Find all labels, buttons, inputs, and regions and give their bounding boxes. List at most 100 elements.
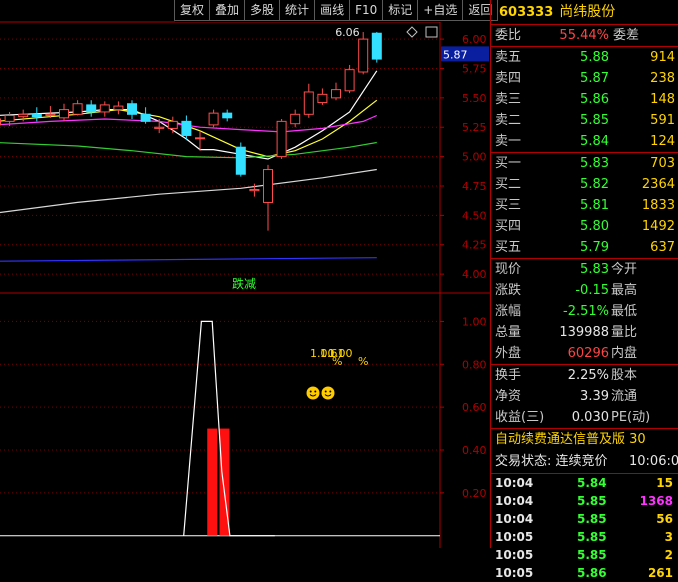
trade-time: 10:04 [495, 494, 534, 508]
candle [18, 113, 29, 118]
order-volume: 2364 [641, 177, 675, 192]
candle [31, 113, 42, 118]
order-label: 卖一 [495, 134, 522, 149]
order-volume: 238 [650, 71, 675, 86]
candle [99, 104, 110, 113]
chart-toolbar: 复权 叠加 多股 统计 画线 F10 标记 +自选 返回 [174, 0, 499, 22]
smiley-icon [321, 386, 335, 400]
quote-value: 60296 [567, 346, 609, 361]
tick-trade-row: 10:05 5.85 3 [491, 528, 678, 546]
order-label: 卖五 [495, 50, 522, 65]
tick-trade-row: 10:04 5.85 1368 [491, 492, 678, 510]
toolbar-button-3[interactable]: 统计 [279, 0, 316, 21]
buy-order-row: 买四 5.80 1492 [491, 216, 678, 237]
trade-price: 5.85 [577, 548, 607, 562]
sell-order-row: 卖五 5.88 914 [491, 47, 678, 68]
trade-price: 5.85 [577, 512, 607, 526]
sell-order-row: 卖四 5.87 238 [491, 68, 678, 89]
order-label: 买一 [495, 156, 522, 171]
tick-trade-row: 10:05 5.85 2 [491, 546, 678, 564]
fundamental-label-2: 流通 [611, 389, 638, 404]
toolbar-button-2[interactable]: 多股 [244, 0, 281, 21]
fundamental-value: 3.39 [580, 389, 609, 404]
ma-line [0, 257, 377, 262]
candle [344, 69, 355, 92]
order-volume: 703 [650, 156, 675, 171]
smiley-eye [324, 390, 327, 393]
quote-panel: 603333 尚纬股份 委比 55.44% 委差 卖五 5.88 914 卖四 5.87 2… [490, 0, 678, 580]
y-tick-label: 0.40 [462, 444, 487, 457]
indicator-annotation: % [332, 355, 342, 368]
toolbar-button-5[interactable]: F10 [349, 0, 384, 21]
candle [208, 112, 219, 126]
quote-row: 涨幅 -2.51% 最低 [491, 301, 678, 322]
quote-row: 外盘 60296 内盘 [491, 343, 678, 364]
order-volume: 124 [650, 134, 675, 149]
fundamental-label-2: PE(动) [611, 410, 651, 425]
quote-value: 5.83 [580, 262, 609, 277]
y-tick-label: 6.00 [462, 33, 487, 46]
y-tick-label: 5.25 [462, 121, 487, 134]
ad-ticker[interactable]: 自动续费通达信普及版 30 [491, 429, 678, 451]
kline-chart-area[interactable]: 6.00 5.75 5.50 5.25 5.00 4.75 4.50 4.25 4.00 6.06… [0, 0, 490, 548]
trade-volume: 56 [656, 512, 673, 526]
fundamental-label: 收益(三) [495, 410, 545, 425]
window-icon [425, 26, 438, 38]
ma-line [0, 141, 377, 159]
chart-canvas[interactable]: 6.00 5.75 5.50 5.25 5.00 4.75 4.50 4.25 4.00 6.06… [0, 0, 490, 548]
smiley-eye [309, 390, 312, 393]
indicator-panel: 跌减1.000.800.600.400.201.001.611.00%% [0, 276, 487, 537]
sell-orders: 卖五 5.88 914 卖四 5.87 238 卖三 5.86 148 卖二 5.85 591 卖一 5.… [491, 47, 678, 152]
y-tick-label: 0.20 [462, 487, 487, 500]
weibi-label: 委比 [495, 28, 522, 43]
buy-order-row: 买二 5.82 2364 [491, 174, 678, 195]
order-volume: 1492 [641, 219, 675, 234]
quote-label-2: 最低 [611, 304, 638, 319]
candle [127, 103, 137, 115]
candle [371, 32, 382, 60]
candle [290, 113, 301, 125]
order-label: 买三 [495, 198, 522, 213]
current-price-label: 5.87 [443, 48, 468, 61]
trade-time: 10:05 [495, 566, 534, 580]
weicha-label: 委差 [613, 28, 640, 43]
fundamental-row: 换手 2.25% 股本 [491, 365, 678, 386]
trade-volume: 2 [664, 548, 673, 562]
trade-volume: 3 [664, 530, 673, 544]
order-volume: 591 [650, 113, 675, 128]
stock-code: 603333 [499, 5, 554, 20]
quote-value: -0.15 [575, 283, 609, 298]
candle [195, 137, 205, 140]
candle [222, 112, 233, 119]
toolbar-button-4[interactable]: 画线 [314, 0, 351, 21]
buy-order-row: 买一 5.83 703 [491, 153, 678, 174]
order-volume: 148 [650, 92, 675, 107]
trade-volume: 15 [656, 476, 673, 490]
quote-label: 外盘 [495, 346, 522, 361]
toolbar-button-6[interactable]: 标记 [382, 0, 419, 21]
y-tick-label: 4.25 [462, 239, 487, 252]
order-price: 5.85 [580, 113, 609, 128]
tick-trades[interactable]: 10:04 5.84 15 10:04 5.85 1368 10:04 5.85 56 10:05… [491, 474, 678, 582]
candle [235, 146, 246, 175]
candle [4, 114, 15, 122]
toolbar-button-0[interactable]: 复权 [174, 0, 211, 21]
diamond-icon [406, 26, 418, 38]
quote-row: 涨跌 -0.15 最高 [491, 280, 678, 301]
order-price: 5.81 [580, 198, 609, 213]
quote-label-2: 最高 [611, 283, 638, 298]
order-price: 5.87 [580, 71, 609, 86]
candle [263, 169, 273, 203]
candle [59, 109, 69, 119]
panel-label: 跌减 [232, 276, 256, 291]
smiley-face [306, 386, 320, 400]
trade-time: 10:04 [495, 476, 534, 490]
order-price: 5.86 [580, 92, 609, 107]
toolbar-button-1[interactable]: 叠加 [209, 0, 246, 21]
order-label: 买二 [495, 177, 522, 192]
candle [303, 91, 314, 115]
order-label: 买四 [495, 219, 522, 234]
toolbar-button-7[interactable]: +自选 [417, 0, 464, 21]
quote-label-2: 内盘 [611, 346, 638, 361]
candle [86, 104, 97, 113]
